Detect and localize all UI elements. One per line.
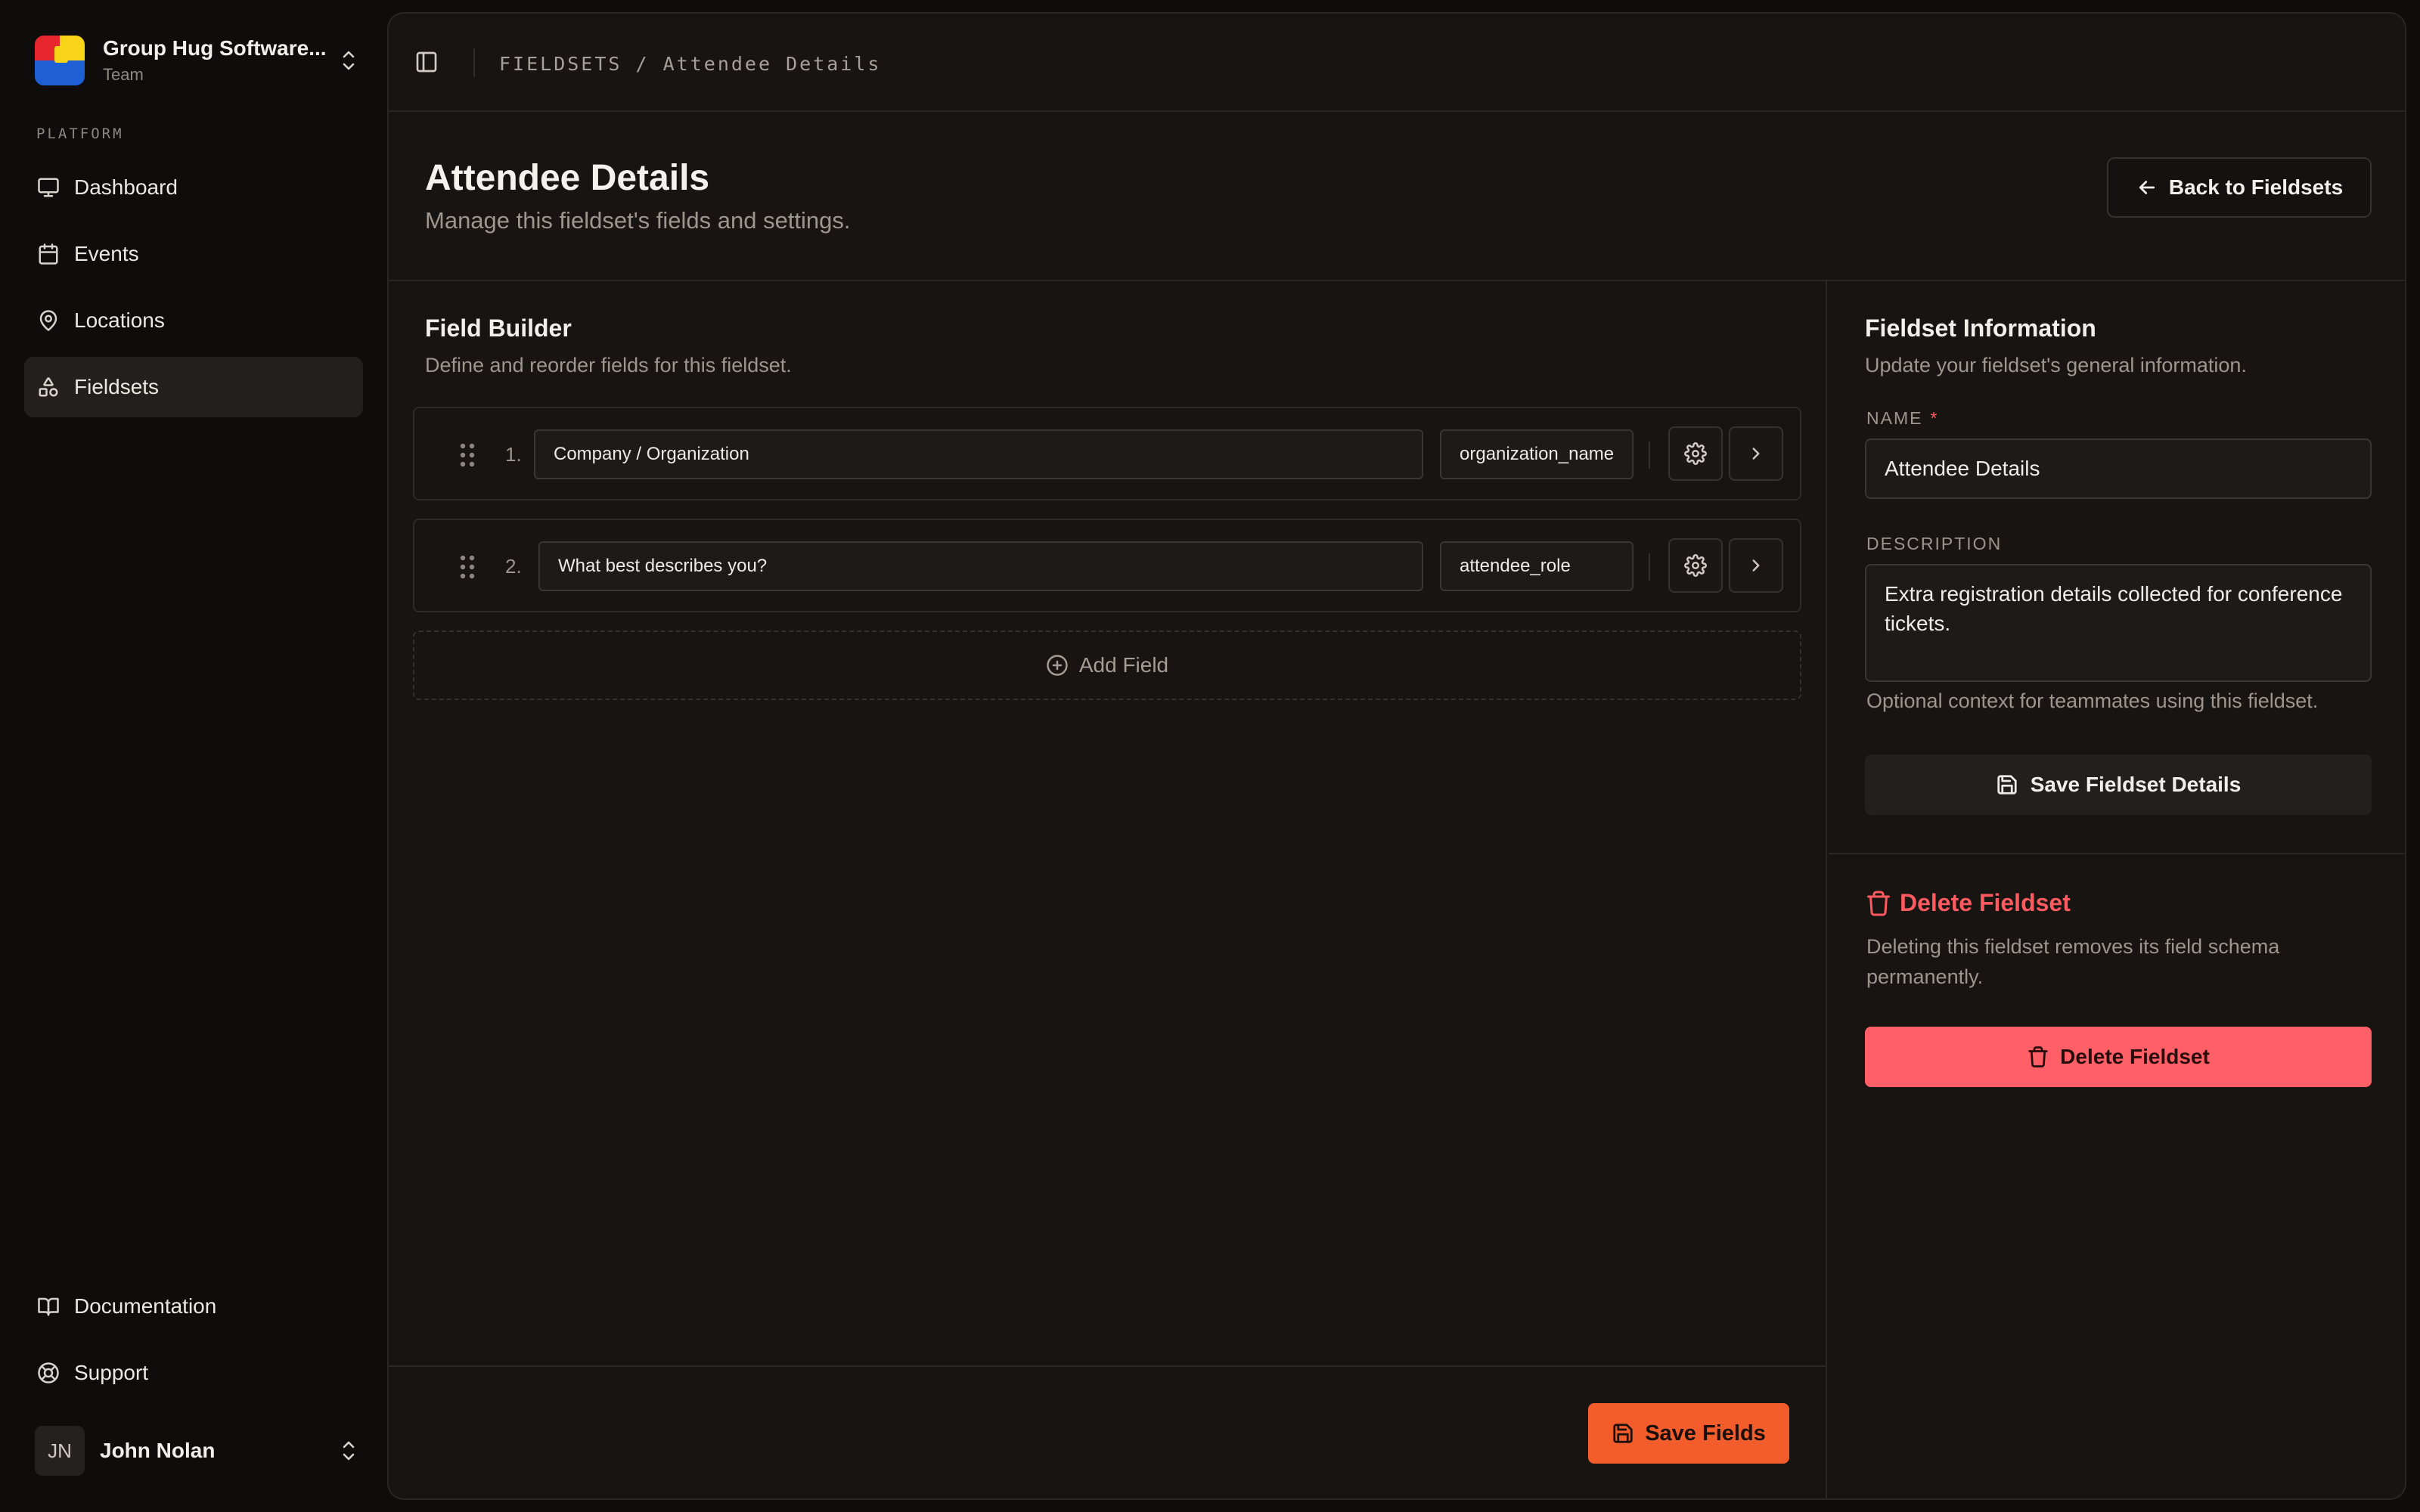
fieldset-info-subtitle: Update your fieldset's general informati… <box>1865 354 2247 376</box>
field-index: 2. <box>505 555 522 578</box>
save-icon <box>1612 1422 1634 1445</box>
sidebar-item-documentation[interactable]: Documentation <box>24 1276 363 1337</box>
chevron-right-icon <box>1746 556 1766 575</box>
team-plan: Team <box>103 65 144 84</box>
arrow-left-icon <box>2136 176 2158 199</box>
page-title: Attendee Details <box>425 158 710 198</box>
page-subtitle: Manage this fieldset's fields and settin… <box>425 207 851 234</box>
field-expand-button[interactable] <box>1729 426 1783 481</box>
add-field-button[interactable]: Add Field <box>413 631 1801 700</box>
save-fieldset-details-button[interactable]: Save Fieldset Details <box>1865 754 2372 815</box>
sidebar-item-label: Events <box>74 242 139 265</box>
user-menu[interactable]: JN John Nolan <box>35 1426 360 1476</box>
builder-footer: Save Fields <box>389 1365 1827 1498</box>
field-label-input[interactable]: Company / Organization <box>534 429 1423 479</box>
save-fields-label: Save Fields <box>1645 1421 1766 1445</box>
description-label: DESCRIPTION <box>1866 534 2003 553</box>
field-builder-title: Field Builder <box>425 314 572 342</box>
monitor-icon <box>36 175 60 200</box>
sidebar-item-label: Locations <box>74 308 165 332</box>
gear-icon <box>1684 442 1707 465</box>
avatar: JN <box>35 1426 85 1476</box>
fieldset-info-panel: Fieldset Information Update your fieldse… <box>1829 281 2405 1498</box>
sidebar-item-support[interactable]: Support <box>24 1343 363 1403</box>
save-fields-button[interactable]: Save Fields <box>1588 1403 1789 1464</box>
description-textarea[interactable]: Extra registration details collected for… <box>1865 564 2372 682</box>
description-helper: Optional context for teammates using thi… <box>1866 689 2319 712</box>
sidebar: Group Hug Software... Team PLATFORM Dash… <box>0 0 387 1512</box>
chevrons-up-down-icon <box>337 1436 360 1466</box>
sidebar-item-dashboard[interactable]: Dashboard <box>24 157 363 218</box>
map-pin-icon <box>36 308 60 333</box>
divider <box>1649 553 1650 581</box>
back-to-fieldsets-button[interactable]: Back to Fieldsets <box>2107 157 2372 218</box>
sidebar-item-locations[interactable]: Locations <box>24 290 363 351</box>
field-key-input[interactable]: organization_name <box>1440 429 1634 479</box>
sidebar-item-events[interactable]: Events <box>24 224 363 284</box>
delete-fieldset-button[interactable]: Delete Fieldset <box>1865 1027 2372 1087</box>
drag-handle-icon[interactable] <box>457 442 478 469</box>
danger-zone-title: Delete Fieldset <box>1865 889 2071 917</box>
plus-circle-icon <box>1046 654 1069 677</box>
user-name: John Nolan <box>100 1439 216 1462</box>
required-marker: * <box>1930 408 1939 428</box>
back-button-label: Back to Fieldsets <box>2168 175 2344 199</box>
save-icon <box>1996 773 2018 796</box>
shapes-icon <box>36 375 60 399</box>
nav-section-label: PLATFORM <box>36 125 124 142</box>
calendar-icon <box>36 242 60 266</box>
chevron-right-icon <box>1746 444 1766 463</box>
sidebar-toggle-icon[interactable] <box>414 50 440 76</box>
team-switcher[interactable]: Group Hug Software... Team <box>35 32 360 89</box>
field-label-input[interactable]: What best describes you? <box>538 541 1423 591</box>
main-panel: FIELDSETS / Attendee Details Attendee De… <box>387 12 2406 1500</box>
chevrons-up-down-icon <box>337 45 360 76</box>
field-index: 1. <box>505 443 522 466</box>
sidebar-item-label: Dashboard <box>74 175 178 199</box>
gear-icon <box>1684 554 1707 577</box>
field-builder-subtitle: Define and reorder fields for this field… <box>425 354 792 376</box>
field-row: 2. What best describes you? attendee_rol… <box>413 519 1801 612</box>
divider <box>473 48 475 77</box>
field-builder: Field Builder Define and reorder fields … <box>389 281 1827 1377</box>
add-field-label: Add Field <box>1078 653 1169 677</box>
field-settings-button[interactable] <box>1668 426 1723 481</box>
field-key-input[interactable]: attendee_role <box>1440 541 1634 591</box>
fieldset-info-title: Fieldset Information <box>1865 314 2096 342</box>
drag-handle-icon[interactable] <box>457 553 478 581</box>
field-settings-button[interactable] <box>1668 538 1723 593</box>
divider <box>1829 853 2405 854</box>
field-expand-button[interactable] <box>1729 538 1783 593</box>
book-icon <box>36 1294 60 1318</box>
sidebar-item-fieldsets[interactable]: Fieldsets <box>24 357 363 417</box>
danger-zone-description: Deleting this fieldset removes its field… <box>1866 935 2280 988</box>
breadcrumb[interactable]: FIELDSETS / Attendee Details <box>499 53 881 75</box>
field-row: 1. Company / Organization organization_n… <box>413 407 1801 500</box>
sidebar-item-label: Fieldsets <box>74 375 160 398</box>
name-input[interactable]: Attendee Details <box>1865 438 2372 499</box>
save-fieldset-details-label: Save Fieldset Details <box>2030 773 2242 796</box>
delete-fieldset-label: Delete Fieldset <box>2060 1045 2210 1068</box>
page-header: Attendee Details Manage this fieldset's … <box>389 112 2405 281</box>
sidebar-item-label: Documentation <box>74 1294 217 1318</box>
life-buoy-icon <box>36 1361 60 1385</box>
team-name: Group Hug Software... <box>103 36 327 60</box>
divider <box>1649 442 1650 469</box>
team-logo <box>35 36 85 85</box>
trash-icon <box>2027 1046 2049 1068</box>
trash-icon <box>1865 890 1892 917</box>
name-label: NAME * <box>1866 408 1939 428</box>
top-bar: FIELDSETS / Attendee Details <box>389 14 2405 112</box>
sidebar-item-label: Support <box>74 1361 149 1384</box>
